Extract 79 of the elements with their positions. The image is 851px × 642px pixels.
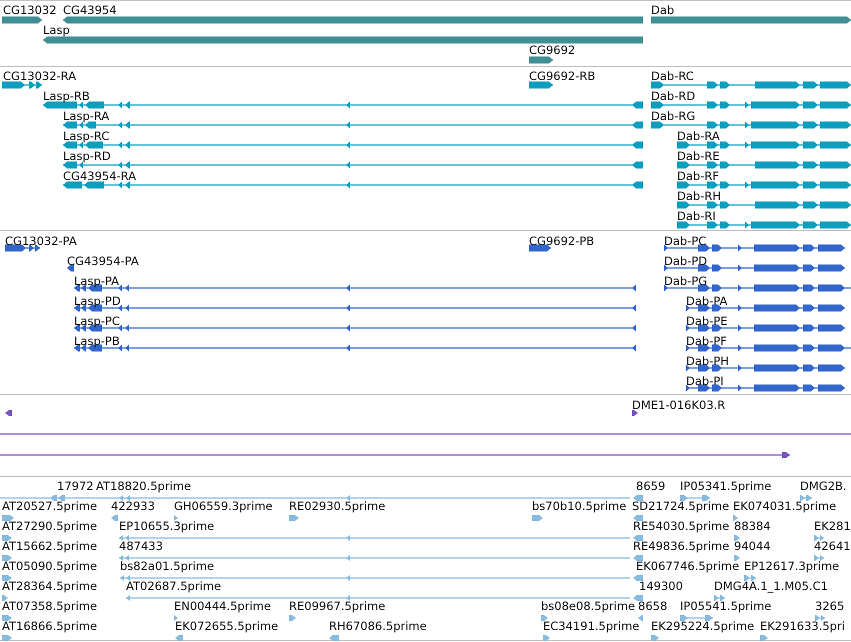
- feature-label: bs08e08.5prime: [541, 599, 636, 613]
- feature-label: Lasp-PA: [74, 274, 119, 288]
- feature-label: GH06559.3prime: [174, 499, 273, 513]
- feature-label: Dab-RE: [677, 149, 720, 163]
- feature-label: Dab-RI: [677, 209, 716, 223]
- feature-label: 487433: [119, 539, 163, 553]
- feature-label: DMG2B.: [800, 479, 847, 493]
- feature-label: RE09967.5prime: [289, 599, 386, 613]
- feature-label: EK295224.5prime: [651, 619, 754, 633]
- feature-label: AT27290.5prime: [2, 519, 98, 533]
- feature-label: Dab-RC: [651, 69, 694, 83]
- feature-label: 422933: [111, 499, 155, 513]
- feature-label: Dab-PA: [686, 294, 728, 308]
- feature-label: EN00444.5prime: [174, 599, 271, 613]
- feature-label: 8658: [638, 599, 668, 613]
- feature-label: IP05341.5prime: [680, 479, 772, 493]
- feature-label: Lasp-PC: [74, 314, 120, 328]
- feature-label: 149300: [639, 579, 683, 593]
- feature-label: Lasp-RB: [43, 89, 90, 103]
- feature-label: 3265: [815, 599, 844, 613]
- feature-label: CG13032: [3, 3, 57, 17]
- feature-label: SD21724.5prime: [632, 499, 730, 513]
- feature-label: Dab-RD: [651, 89, 696, 103]
- feature-label: Dab-PH: [686, 354, 729, 368]
- feature-label: AT16866.5prime: [2, 619, 98, 633]
- feature-label: DMG4A.1_1.M05.C1: [714, 579, 828, 593]
- feature-label: EP12617.3prime: [744, 559, 840, 573]
- feature-label: bs70b10.5prime: [532, 499, 626, 513]
- feature-label: Dab-PC: [664, 234, 706, 248]
- feature-label: Dab-RA: [677, 129, 720, 143]
- feature-label: Lasp-RC: [63, 129, 110, 143]
- feature-label: Lasp-RD: [63, 149, 111, 163]
- feature-label: CG13032-PA: [5, 234, 77, 248]
- feature-label: AT28364.5prime: [2, 579, 98, 593]
- feature-label: RE49836.5prime: [633, 539, 730, 553]
- feature-label: IP05541.5prime: [680, 599, 772, 613]
- feature-label: Dab-PF: [686, 334, 727, 348]
- feature-label: RE02930.5prime: [289, 499, 386, 513]
- feature-label: EK291633.5pri: [760, 619, 845, 633]
- feature-label: CG9692: [529, 43, 576, 57]
- feature-label: CG9692-PB: [529, 234, 594, 248]
- feature-label: Dab-RH: [677, 189, 721, 203]
- feature-label: DME1-016K03.R: [632, 398, 726, 412]
- feature-label: 94044: [734, 539, 771, 553]
- feature-label: EP10655.3prime: [119, 519, 214, 533]
- feature-label: Lasp-RA: [63, 109, 110, 123]
- feature-label: Dab-PE: [686, 314, 728, 328]
- feature-label: bs82a01.5prime: [120, 559, 214, 573]
- feature-label: EK074031.5prime: [733, 499, 836, 513]
- feature-label: AT02687.5prime: [126, 579, 222, 593]
- feature-label: EK281: [814, 519, 851, 533]
- feature-label: CG9692-RB: [529, 69, 596, 83]
- feature-label: AT20527.5prime: [2, 499, 98, 513]
- feature-label: 88384: [734, 519, 771, 533]
- feature-label: RH67086.5prime: [329, 619, 427, 633]
- feature-label: 17972: [57, 479, 94, 493]
- feature-label: Dab-RG: [651, 109, 696, 123]
- feature-label: Lasp-PD: [74, 294, 121, 308]
- feature-label: Lasp-PB: [74, 334, 120, 348]
- feature-label: EC34191.5prime: [543, 619, 640, 633]
- feature-label: CG43954-RA: [63, 169, 136, 183]
- feature-label: CG43954: [63, 3, 117, 17]
- feature-label: CG13032-RA: [3, 69, 76, 83]
- feature-label: EK072655.5prime: [175, 619, 278, 633]
- feature-label: CG43954-PA: [67, 254, 139, 268]
- feature-label: Dab-PG: [664, 274, 708, 288]
- feature-label: 8659: [636, 479, 666, 493]
- feature-label: AT07358.5prime: [2, 599, 98, 613]
- feature-label: EK067746.5prime: [636, 559, 740, 573]
- feature-label: Dab-PI: [686, 374, 724, 388]
- feature-label: AT05090.5prime: [2, 559, 98, 573]
- feature-label: AT15662.5prime: [2, 539, 98, 553]
- feature-label: Lasp: [43, 23, 70, 37]
- feature-label: Dab-PD: [664, 254, 708, 268]
- feature-label: 42641: [814, 539, 851, 553]
- feature-label: Dab: [651, 3, 674, 17]
- feature-label: Dab-RF: [677, 169, 719, 183]
- feature-label: RE54030.5prime: [633, 519, 730, 533]
- feature-label: AT18820.5prime: [96, 479, 192, 493]
